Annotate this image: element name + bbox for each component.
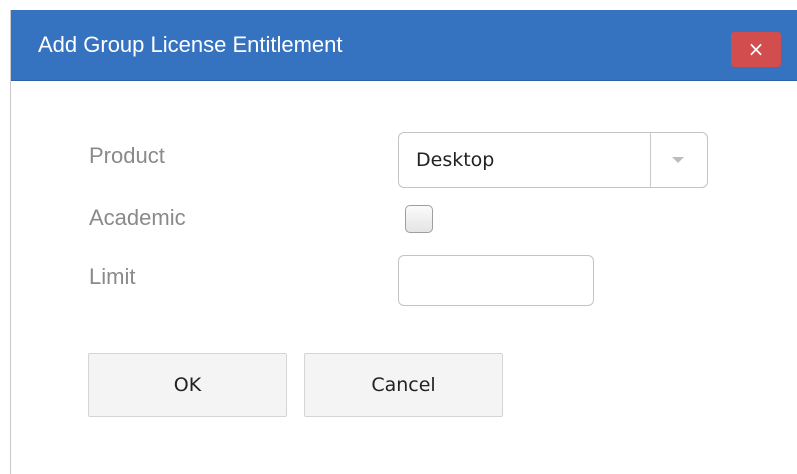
close-icon: × — [747, 37, 765, 61]
academic-checkbox[interactable] — [405, 205, 433, 233]
chevron-down-icon[interactable] — [672, 157, 684, 163]
limit-label: Limit — [89, 264, 136, 289]
limit-input[interactable] — [398, 255, 594, 306]
product-select-value: Desktop — [416, 149, 495, 171]
close-button[interactable]: × — [731, 32, 781, 67]
add-group-license-dialog: Add Group License Entitlement × Product … — [10, 10, 797, 474]
product-label: Product — [89, 143, 165, 168]
ok-button[interactable]: OK — [88, 353, 287, 417]
cancel-button[interactable]: Cancel — [304, 353, 503, 417]
select-divider — [650, 133, 651, 187]
product-select[interactable]: Desktop — [398, 132, 708, 188]
academic-label: Academic — [89, 205, 186, 230]
dialog-titlebar: Add Group License Entitlement × — [11, 10, 797, 81]
dialog-title: Add Group License Entitlement — [38, 32, 343, 57]
